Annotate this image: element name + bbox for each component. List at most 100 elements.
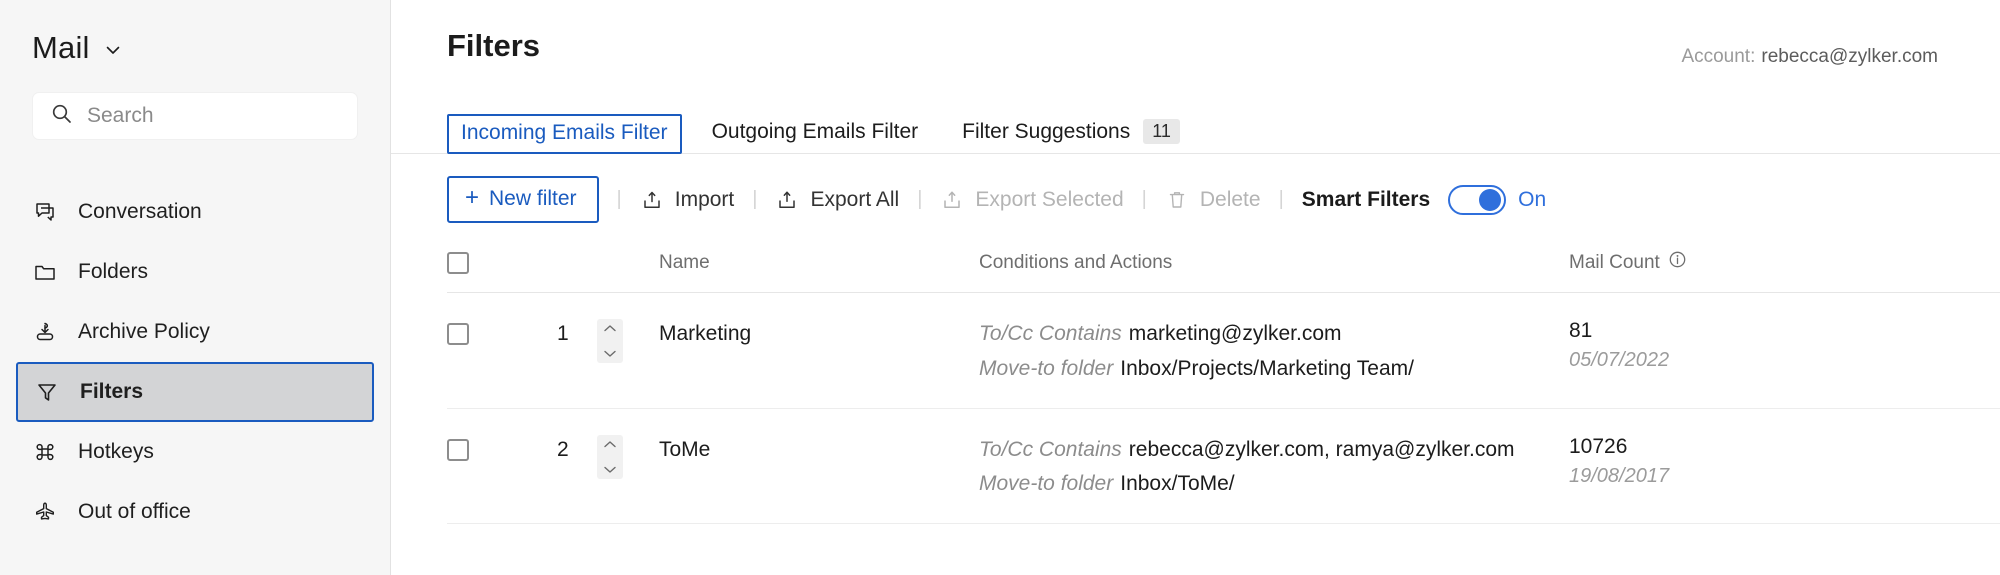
command-key-icon <box>32 439 58 465</box>
tab-filter-suggestions[interactable]: Filter Suggestions 11 <box>948 112 1194 153</box>
filter-suggestions-badge: 11 <box>1143 119 1180 144</box>
account-label: Account: <box>1681 46 1756 67</box>
row-select-cell <box>447 435 557 461</box>
tab-bar: Incoming Emails Filter Outgoing Emails F… <box>391 96 2000 154</box>
airplane-icon <box>32 499 58 525</box>
smart-filters-label: Smart Filters <box>1301 187 1431 211</box>
plus-icon: + <box>465 184 480 211</box>
row-checkbox[interactable] <box>447 438 469 461</box>
toolbar-separator: | <box>1141 188 1147 210</box>
row-name: ToMe <box>659 437 711 461</box>
smart-filters-state: On <box>1518 187 1547 211</box>
condition-line: To/Cc Contains rebecca@zylker.com, ramya@… <box>979 435 1569 465</box>
column-header-mail-count: Mail Count <box>1569 251 1660 273</box>
chevron-up-icon <box>604 440 616 447</box>
export-all-button[interactable]: Export All <box>775 188 899 212</box>
sidebar: Mail Search Conversation Folders Archive… <box>0 0 391 575</box>
sidebar-item-label: Folders <box>78 260 149 283</box>
row-index: 2 <box>557 437 569 461</box>
sidebar-item-label: Conversation <box>78 200 202 223</box>
row-name: Marketing <box>659 322 752 345</box>
export-selected-button[interactable]: Export Selected <box>940 188 1124 212</box>
condition-key: To/Cc Contains <box>979 437 1122 461</box>
row-order-cell <box>597 319 659 363</box>
page-header: Filters Account: rebecca@zylker.com <box>391 0 2000 68</box>
sidebar-item-filters[interactable]: Filters <box>16 362 374 422</box>
sidebar-item-folders[interactable]: Folders <box>0 242 374 302</box>
chevron-up-icon <box>604 325 616 332</box>
row-date: 05/07/2022 <box>1569 349 1670 371</box>
chevron-down-icon[interactable] <box>104 41 122 59</box>
toolbar-separator: | <box>917 188 923 210</box>
row-order-cell <box>597 434 659 479</box>
chevron-down-icon <box>604 350 616 357</box>
page-title: Filters <box>447 28 541 63</box>
delete-label: Delete <box>1199 187 1261 211</box>
toolbar-separator: | <box>752 188 758 210</box>
brand-title: Mail <box>32 30 90 65</box>
sidebar-item-conversation[interactable]: Conversation <box>0 182 374 242</box>
sidebar-item-hotkeys[interactable]: Hotkeys <box>0 422 374 482</box>
select-all-cell <box>447 251 557 274</box>
sidebar-item-label: Filters <box>80 380 144 403</box>
sidebar-item-out-of-office[interactable]: Out of office <box>0 482 374 542</box>
smart-filters-toggle[interactable] <box>1448 184 1507 215</box>
condition-line: To/Cc Contains marketing@zylker.com <box>979 319 1569 349</box>
filters-toolbar: + New filter | Import | Export All | Exp… <box>391 154 2000 223</box>
toggle-knob <box>1479 188 1502 211</box>
action-key: Move-to folder <box>979 356 1114 380</box>
account-value: rebecca@zylker.com <box>1761 46 1938 67</box>
chevron-down-icon <box>604 466 616 473</box>
search-placeholder: Search <box>87 104 154 127</box>
order-spinner[interactable] <box>597 434 623 479</box>
new-filter-label: New filter <box>489 187 577 210</box>
sidebar-item-label: Archive Policy <box>78 320 210 343</box>
new-filter-button[interactable]: + New filter <box>447 176 599 223</box>
export-icon <box>775 188 799 212</box>
table-header-row: Name Conditions and Actions Mail Count <box>447 249 2000 293</box>
row-mail-count-cell: 81 05/07/2022 <box>1569 319 2000 372</box>
toolbar-separator: | <box>616 188 622 210</box>
tab-incoming-emails-filter[interactable]: Incoming Emails Filter <box>447 114 682 154</box>
import-label: Import <box>674 187 735 211</box>
row-select-cell <box>447 319 557 345</box>
row-date: 19/08/2017 <box>1569 464 1670 487</box>
row-conditions: To/Cc Contains rebecca@zylker.com, ramya@… <box>979 435 1569 500</box>
table-row[interactable]: 2 ToMe To/Cc Contains rebecca@zylker.com,… <box>447 409 2000 525</box>
sidebar-item-label: Out of office <box>78 500 191 523</box>
import-button[interactable]: Import <box>640 187 735 212</box>
search-icon <box>51 103 73 130</box>
tab-label: Outgoing Emails Filter <box>711 120 919 143</box>
archive-icon <box>32 319 58 345</box>
trash-icon <box>1165 188 1189 212</box>
row-checkbox[interactable] <box>447 323 469 345</box>
action-line: Move-to folder Inbox/Projects/Marketing T… <box>979 354 1569 384</box>
condition-value: marketing@zylker.com <box>1128 322 1342 345</box>
sidebar-nav: Conversation Folders Archive Policy Filt… <box>0 182 390 542</box>
search-input[interactable]: Search <box>32 92 358 140</box>
row-mail-count: 10726 <box>1569 434 1628 458</box>
tab-label: Incoming Emails Filter <box>461 121 668 144</box>
tab-outgoing-emails-filter[interactable]: Outgoing Emails Filter <box>698 113 933 153</box>
delete-button[interactable]: Delete <box>1165 188 1261 212</box>
action-value: Inbox/Projects/Marketing Team/ <box>1120 356 1414 380</box>
column-header-conditions: Conditions and Actions <box>979 251 1173 273</box>
action-key: Move-to folder <box>979 472 1114 496</box>
column-header-mail-count-cell: Mail Count <box>1569 250 2000 275</box>
export-all-label: Export All <box>810 187 900 211</box>
folder-icon <box>32 259 58 285</box>
action-line: Move-to folder Inbox/ToMe/ <box>979 469 1569 499</box>
table-row[interactable]: 1 Marketing To/Cc Contains marketing@zylk… <box>447 293 2000 409</box>
condition-key: To/Cc Contains <box>979 322 1122 345</box>
main-content: Filters Account: rebecca@zylker.com Incom… <box>391 0 2000 575</box>
brand-selector[interactable]: Mail <box>0 0 390 66</box>
row-mail-count: 81 <box>1569 319 1593 342</box>
row-mail-count-cell: 10726 19/08/2017 <box>1569 435 2000 488</box>
info-icon[interactable] <box>1668 250 1687 275</box>
sidebar-item-archive-policy[interactable]: Archive Policy <box>0 302 374 362</box>
tab-label: Filter Suggestions <box>962 119 1131 143</box>
order-spinner[interactable] <box>597 319 623 363</box>
condition-value: rebecca@zylker.com, ramya@zylker.com <box>1128 437 1515 461</box>
select-all-checkbox[interactable] <box>447 251 469 274</box>
column-header-name: Name <box>659 251 710 273</box>
